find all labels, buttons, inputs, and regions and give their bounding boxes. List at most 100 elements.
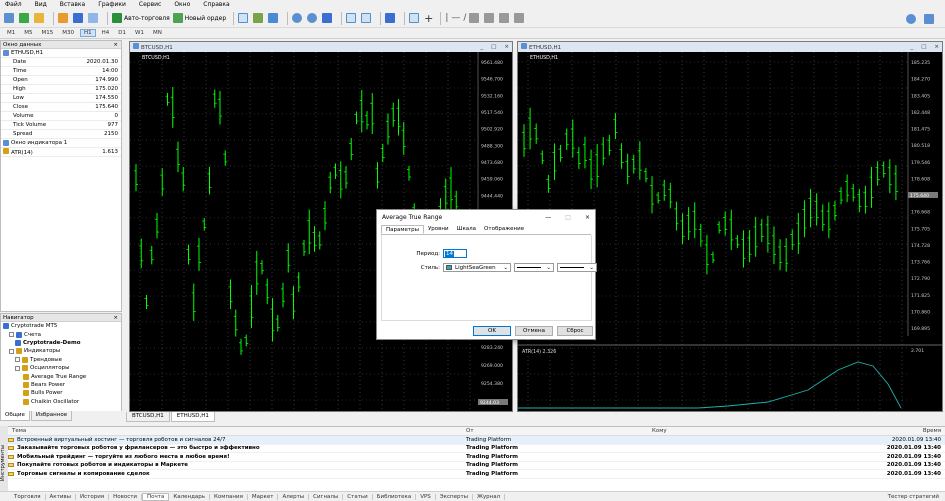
maximize-button[interactable]: □: [921, 44, 926, 50]
search-button[interactable]: [906, 11, 918, 26]
expand-icon[interactable]: [9, 348, 14, 354]
nav-item[interactable]: Bulls Power: [1, 389, 121, 397]
nav-item[interactable]: Счета: [1, 330, 121, 338]
chart-shift-button[interactable]: [361, 11, 373, 26]
profiles-button[interactable]: [19, 11, 31, 26]
mail-row[interactable]: Заказывайте торговых роботов у фрилансер…: [0, 445, 945, 453]
dialog-tab-2[interactable]: Шкала: [453, 225, 480, 234]
nav-item[interactable]: Осцилляторы: [1, 364, 121, 372]
timeframe-h4[interactable]: H4: [99, 30, 113, 36]
zoom-in-button[interactable]: [292, 11, 304, 26]
close-icon[interactable]: ×: [113, 42, 118, 48]
signals-button[interactable]: [88, 11, 100, 26]
nav-item[interactable]: Трендовые: [1, 356, 121, 364]
zoom-out-button[interactable]: [307, 11, 319, 26]
menu-item-3[interactable]: Графики: [98, 1, 126, 8]
toolbox-tab-12[interactable]: VPS: [416, 493, 436, 500]
mail-row[interactable]: Мобильный трейдинг — торгуйте из любого …: [0, 453, 945, 462]
dialog-tab-3[interactable]: Отображение: [480, 225, 528, 234]
reset-button[interactable]: Сброс: [557, 326, 593, 336]
cursor-button[interactable]: [409, 11, 421, 26]
to-header[interactable]: Кому: [652, 428, 865, 434]
from-header[interactable]: От: [466, 428, 652, 434]
indicators-button[interactable]: [385, 11, 397, 26]
close-button[interactable]: ×: [504, 44, 509, 50]
close-button[interactable]: ×: [934, 44, 939, 50]
toolbox-tab-2[interactable]: История: [76, 493, 110, 500]
navigator-tab-0[interactable]: Общие: [0, 411, 30, 421]
color-select[interactable]: LightSeaGreen ⌄: [443, 263, 511, 272]
toolbox-tab-1[interactable]: Активы: [46, 493, 76, 500]
vertical-line-button[interactable]: |: [445, 11, 448, 26]
crosshair-button[interactable]: +: [424, 11, 433, 26]
toolbox-tab-13[interactable]: Эксперты: [436, 493, 473, 500]
menu-item-4[interactable]: Сервис: [139, 1, 161, 8]
nav-item[interactable]: Cryptotrade MT5: [1, 322, 121, 330]
strategy-tester-tab[interactable]: Тестер стратегий: [884, 494, 945, 500]
navigator-toggle-button[interactable]: [58, 11, 70, 26]
toolbox-tab-0[interactable]: Торговля: [10, 493, 46, 500]
navigator-tab-1[interactable]: Избранное: [30, 411, 73, 421]
toolbox-tab-8[interactable]: Алерты: [278, 493, 310, 500]
nav-item[interactable]: Cryptotrade-Demo: [1, 339, 121, 347]
toolbox-tab-3[interactable]: Новости: [109, 493, 143, 500]
toolbox-tab-7[interactable]: Маркет: [248, 493, 279, 500]
mail-row[interactable]: Торговые сигналы и копирование сделок Tra…: [0, 470, 945, 479]
window-button[interactable]: [34, 11, 46, 26]
expand-icon[interactable]: [15, 357, 20, 363]
chart-tab-1[interactable]: ETHUSD,H1: [170, 412, 215, 422]
menu-item-2[interactable]: Вставка: [60, 1, 85, 8]
new-order-button[interactable]: Новый ордер: [172, 11, 226, 26]
close-icon[interactable]: ×: [113, 315, 118, 321]
horizontal-line-button[interactable]: —: [451, 11, 460, 26]
timeframe-m15[interactable]: M15: [39, 30, 57, 36]
line-style-select[interactable]: ⌄: [514, 263, 554, 272]
cancel-button[interactable]: Отмена: [515, 326, 553, 336]
toolbox-tab-9[interactable]: Сигналы: [309, 493, 344, 500]
trendline-button[interactable]: /: [463, 11, 466, 26]
line-width-select[interactable]: ⌄: [557, 263, 597, 272]
bar-chart-button[interactable]: [238, 11, 250, 26]
timeframe-d1[interactable]: D1: [115, 30, 129, 36]
timeframe-w1[interactable]: W1: [132, 30, 147, 36]
toolbox-tab-5[interactable]: Календарь: [169, 493, 211, 500]
nav-item[interactable]: Average True Range: [1, 372, 121, 380]
timeframe-m30[interactable]: M30: [59, 30, 77, 36]
new-chart-button[interactable]: [4, 11, 16, 26]
maximize-button[interactable]: □: [565, 214, 571, 221]
period-input[interactable]: 14: [443, 249, 467, 258]
mail-row[interactable]: Покупайте готовых роботов и индикаторы в…: [0, 462, 945, 470]
toolbox-tab-11[interactable]: Библиотека: [373, 493, 417, 500]
expand-icon[interactable]: [9, 332, 14, 338]
toolbox-tab-6[interactable]: Компания: [210, 493, 248, 500]
autoscroll-button[interactable]: [346, 11, 358, 26]
text-button[interactable]: [499, 11, 511, 26]
fibo-button[interactable]: [484, 11, 496, 26]
timeframe-m1[interactable]: M1: [4, 30, 18, 36]
chart-tab-0[interactable]: BTCUSD,H1: [126, 412, 170, 422]
menu-item-1[interactable]: Вид: [35, 1, 47, 8]
autotrade-button[interactable]: Авто-торговля: [112, 11, 170, 26]
toolbox-tab-4[interactable]: Почта: [142, 492, 170, 501]
channel-button[interactable]: [469, 11, 481, 26]
menu-item-5[interactable]: Окно: [174, 1, 190, 8]
chat-button[interactable]: [924, 11, 936, 26]
toolbox-tab-14[interactable]: Журнал: [473, 493, 506, 500]
mail-row[interactable]: Встроенный виртуальный хостинг — торговл…: [0, 436, 945, 445]
minimize-button[interactable]: _: [910, 44, 913, 50]
nav-item[interactable]: Bears Power: [1, 381, 121, 389]
nav-item[interactable]: Индикаторы: [1, 347, 121, 355]
minimize-button[interactable]: _: [480, 44, 483, 50]
toolbox-tab-10[interactable]: Статьи: [343, 493, 373, 500]
menu-item-0[interactable]: Файл: [5, 1, 22, 8]
close-button[interactable]: ×: [585, 214, 590, 221]
timeframe-h1[interactable]: H1: [80, 29, 96, 37]
market-watch-button[interactable]: [73, 11, 85, 26]
menu-item-6[interactable]: Справка: [203, 1, 229, 8]
dialog-tab-0[interactable]: Параметры: [381, 225, 424, 234]
line-chart-button[interactable]: [268, 11, 280, 26]
maximize-button[interactable]: □: [491, 44, 496, 50]
tile-windows-button[interactable]: [322, 11, 334, 26]
ok-button[interactable]: OK: [473, 326, 511, 336]
minimize-button[interactable]: —: [545, 214, 551, 221]
